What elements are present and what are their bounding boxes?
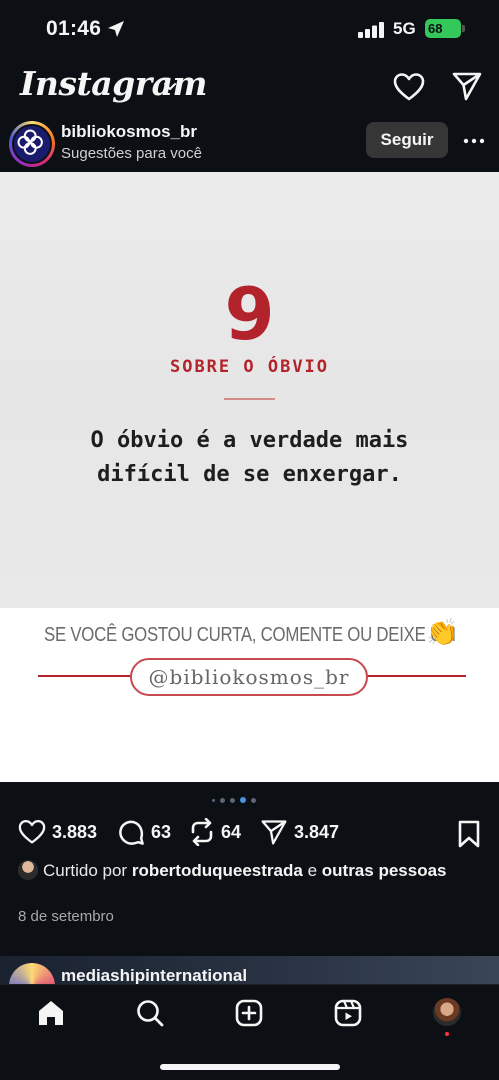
carousel-dot — [230, 797, 235, 803]
liked-by[interactable]: Curtido por robertoduqueestrada e outras… — [18, 860, 488, 882]
heart-icon[interactable] — [18, 819, 46, 845]
clapping-hands-icon: 👏 — [426, 617, 459, 647]
liked-by-avatar — [18, 860, 38, 880]
section-title: SOBRE O ÓBVIO — [169, 357, 330, 377]
instagram-logo[interactable]: Instagram — [20, 64, 207, 103]
liked-by-prefix: Curtido por — [43, 861, 128, 880]
share-count: 3.847 — [294, 821, 340, 842]
profile-avatar[interactable] — [433, 998, 461, 1026]
more-options-icon[interactable] — [462, 129, 486, 153]
battery-cap — [462, 25, 465, 32]
like-action[interactable]: 3.883 — [18, 818, 97, 846]
post-username[interactable]: bibliokosmos_br — [61, 122, 197, 142]
post-image[interactable]: 9 SOBRE O ÓBVIO O óbvio é a verdade mais… — [0, 172, 499, 782]
carousel-dot — [251, 797, 256, 803]
share-action[interactable]: 3.847 — [260, 818, 339, 846]
next-post-username[interactable]: mediashipinternational — [61, 966, 247, 986]
post-header: bibliokosmos_br Sugestões para você Segu… — [0, 114, 499, 172]
create-icon[interactable] — [234, 998, 264, 1028]
repost-count: 64 — [221, 821, 242, 842]
divider — [224, 398, 275, 400]
home-indicator — [160, 1064, 340, 1070]
liked-by-user[interactable]: robertoduqueestrada — [132, 861, 303, 880]
carousel-dot-active — [240, 797, 246, 803]
post-number: 9 — [224, 272, 275, 356]
comment-action[interactable]: 63 — [118, 818, 171, 846]
handle-badge: @bibliokosmos_br — [130, 658, 368, 696]
bibliokosmos-logo-icon — [17, 129, 43, 155]
search-icon[interactable] — [135, 998, 165, 1028]
signal-icon — [358, 22, 384, 38]
repost-action[interactable]: 64 — [189, 818, 241, 846]
repost-icon[interactable] — [189, 818, 215, 846]
share-icon[interactable] — [260, 818, 288, 846]
comment-count: 63 — [151, 821, 172, 842]
cta-text: SE VOCÊ GOSTOU CURTA, COMENTE OU DEIXE U… — [44, 624, 456, 646]
liked-by-connector: e — [307, 861, 318, 880]
comment-icon[interactable] — [118, 819, 145, 846]
notification-dot — [445, 1032, 449, 1036]
post-actions: 3.883 63 64 3.847 — [0, 814, 499, 850]
reels-icon[interactable] — [333, 998, 363, 1028]
like-count: 3.883 — [52, 821, 98, 842]
bookmark-icon[interactable] — [456, 820, 482, 848]
quote-text: O óbvio é a verdade mais difícil de se e… — [90, 428, 409, 487]
post-date: 8 de setembro — [18, 908, 114, 925]
carousel-dot — [220, 797, 225, 803]
post-image-upper: 9 SOBRE O ÓBVIO O óbvio é a verdade mais… — [0, 172, 499, 608]
avatar[interactable] — [9, 121, 55, 167]
app-header: Instagram — [0, 60, 499, 112]
carousel-indicator — [212, 796, 256, 804]
follow-button[interactable]: Seguir — [366, 122, 448, 158]
chevron-down-icon[interactable] — [162, 78, 178, 94]
battery-level: 68 — [425, 19, 461, 38]
network-type: 5G — [393, 19, 416, 38]
notifications-heart-icon[interactable] — [393, 72, 425, 102]
status-time: 01:46 — [46, 17, 102, 40]
post-subtitle: Sugestões para você — [61, 145, 202, 162]
location-arrow-icon — [108, 21, 124, 37]
status-bar: 01:46 5G 68 — [0, 0, 499, 56]
carousel-dot — [212, 798, 215, 802]
direct-messages-icon[interactable] — [451, 70, 483, 102]
home-icon[interactable] — [36, 998, 66, 1028]
liked-by-rest[interactable]: outras pessoas — [322, 861, 447, 880]
